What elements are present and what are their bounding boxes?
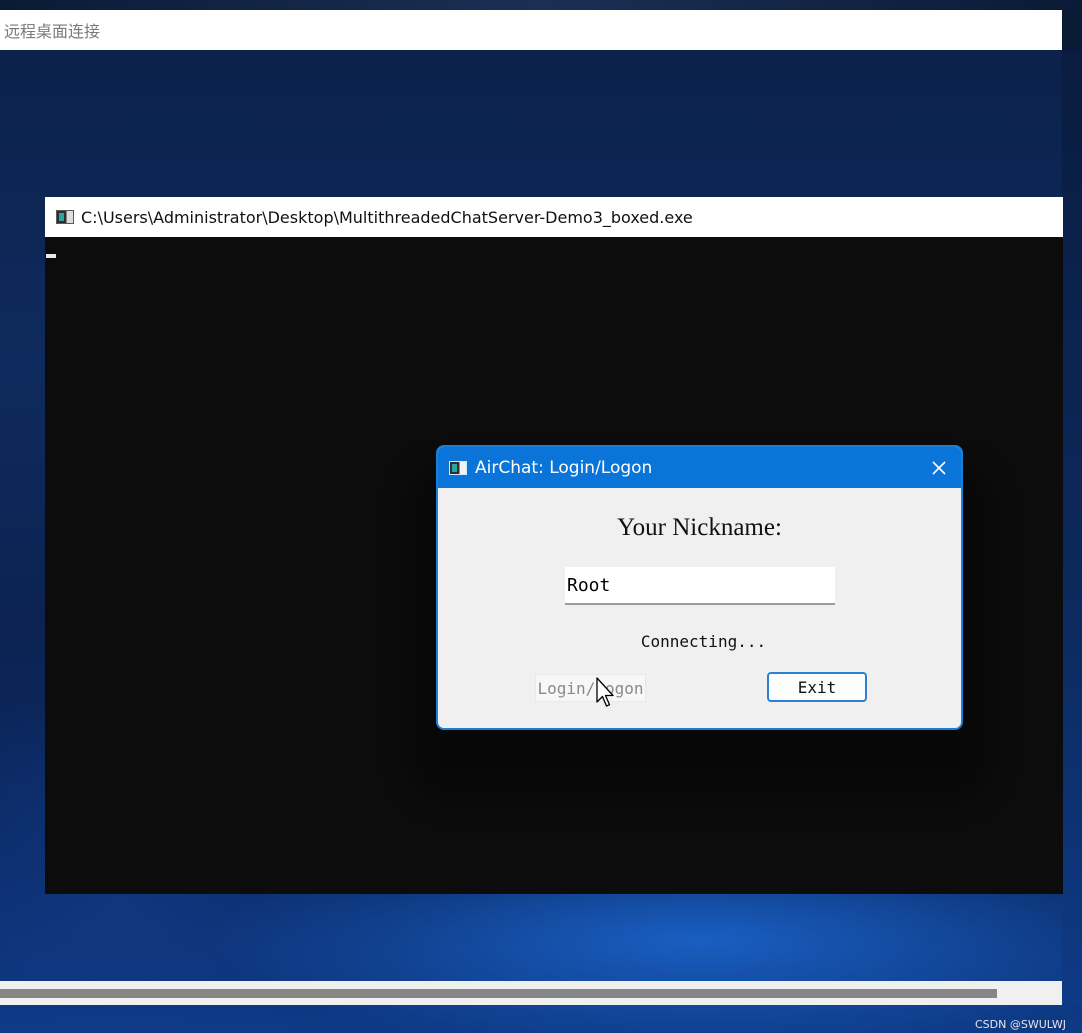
dialog-title: AirChat: Login/Logon (475, 457, 653, 478)
desktop-right-margin (1062, 50, 1082, 1005)
desktop-top-strip (0, 0, 1082, 10)
mouse-pointer-icon (596, 677, 614, 707)
console-window-title: C:\Users\Administrator\Desktop\Multithre… (81, 207, 693, 227)
console-app-icon (56, 210, 74, 224)
dialog-titlebar[interactable]: AirChat: Login/Logon (438, 447, 961, 488)
rdp-titlebar[interactable]: 远程桌面连接 (0, 10, 1062, 50)
dialog-body: Your Nickname: Connecting... Login/Logon… (438, 488, 961, 728)
nickname-label: Your Nickname: (617, 514, 782, 541)
rdp-titlebar-edge (1062, 10, 1082, 50)
login-logon-button[interactable]: Login/Logon (535, 674, 646, 702)
status-text: Connecting... (640, 632, 767, 651)
dialog-app-icon (449, 460, 467, 475)
rdp-window-title: 远程桌面连接 (4, 22, 101, 41)
horizontal-scrollbar[interactable] (0, 981, 1062, 1005)
console-titlebar[interactable]: C:\Users\Administrator\Desktop\Multithre… (45, 197, 1063, 237)
login-dialog[interactable]: AirChat: Login/Logon Your Nickname: Conn… (436, 445, 963, 730)
close-button[interactable] (927, 456, 951, 480)
nickname-input[interactable] (565, 567, 835, 605)
horizontal-scrollbar-thumb[interactable] (0, 989, 997, 998)
close-icon (932, 461, 946, 475)
watermark: CSDN @SWULWJ (974, 1018, 1066, 1031)
console-text-cursor (46, 254, 56, 258)
exit-button[interactable]: Exit (767, 672, 867, 702)
